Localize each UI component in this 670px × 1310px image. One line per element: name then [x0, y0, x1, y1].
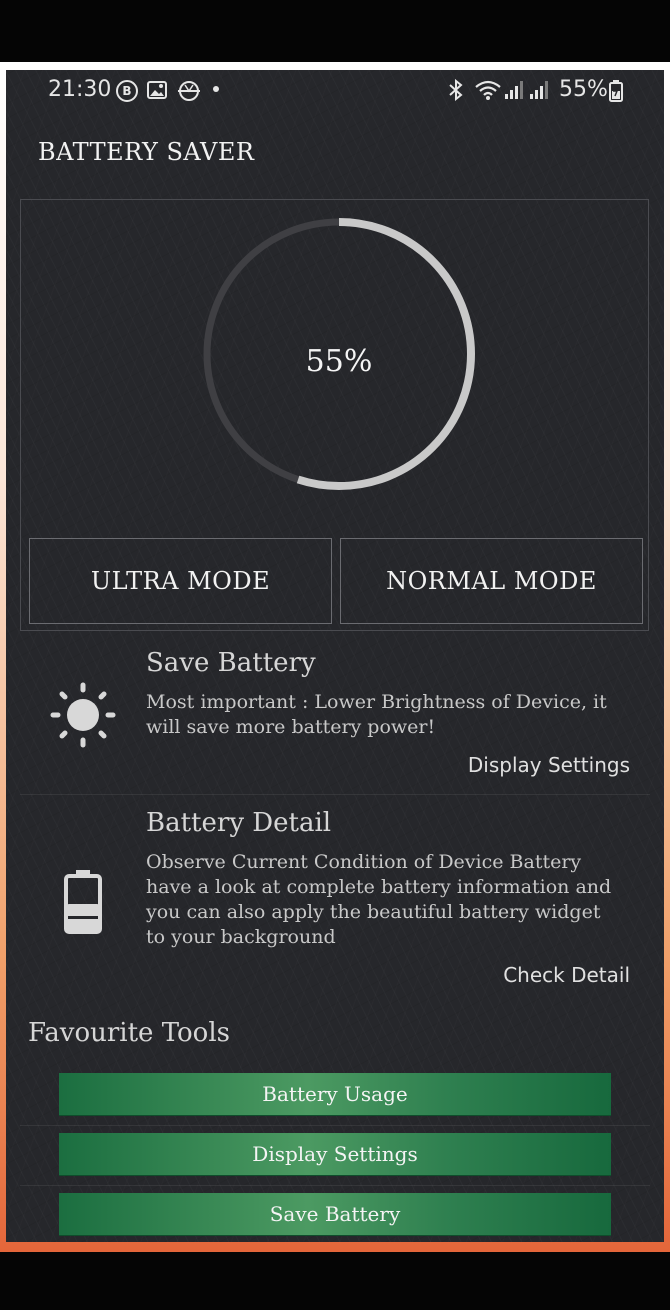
sun-icon	[50, 682, 116, 752]
description-line: will save more battery power!	[146, 716, 436, 738]
save-battery-button[interactable]: Save Battery	[59, 1193, 611, 1236]
signal-sim2-icon	[529, 80, 549, 104]
wifi-icon	[474, 79, 502, 105]
status-time: 21:30	[48, 77, 112, 102]
check-detail-link[interactable]: Check Detail	[503, 963, 630, 987]
bottom-letterbox	[0, 1252, 670, 1310]
app-notification-icon	[176, 80, 202, 106]
status-bar: 21:30 B 55%	[6, 70, 664, 114]
ultra-mode-button[interactable]: ULTRA MODE	[29, 538, 332, 624]
display-settings-button[interactable]: Display Settings	[59, 1133, 611, 1176]
description-line: to your background	[146, 926, 336, 948]
normal-mode-button[interactable]: NORMAL MODE	[340, 538, 643, 624]
app-screen: 21:30 B 55% BATTERY SAVER 55% ULTRA MODE…	[6, 70, 664, 1242]
divider	[20, 1125, 650, 1126]
divider	[20, 794, 650, 795]
page-title: BATTERY SAVER	[38, 138, 255, 166]
battery-detail-title: Battery Detail	[146, 808, 332, 838]
bluetooth-icon	[448, 78, 464, 105]
battery-gauge-panel: 55% ULTRA MODE NORMAL MODE	[20, 199, 649, 631]
image-icon	[147, 81, 167, 103]
notification-dot-icon	[213, 86, 219, 92]
favourite-tools-heading: Favourite Tools	[28, 1018, 230, 1048]
status-battery-percent: 55%	[559, 77, 608, 102]
battery-detail-description: Observe Current Condition of Device Batt…	[146, 850, 611, 950]
save-battery-title: Save Battery	[146, 648, 316, 678]
battery-icon	[64, 870, 102, 938]
description-line: you can also apply the beautiful battery…	[146, 901, 601, 923]
divider	[20, 1185, 650, 1186]
gauge-percent-label: 55%	[305, 344, 373, 379]
top-letterbox	[0, 0, 670, 62]
b-badge-icon: B	[116, 80, 138, 102]
description-line: have a look at complete battery informat…	[146, 876, 612, 898]
status-battery-icon	[609, 80, 623, 106]
description-line: Observe Current Condition of Device Batt…	[146, 851, 582, 873]
battery-usage-button[interactable]: Battery Usage	[59, 1073, 611, 1116]
signal-sim1-icon	[504, 80, 524, 104]
display-settings-link[interactable]: Display Settings	[468, 753, 630, 777]
description-line: Most important : Lower Brightness of Dev…	[146, 691, 607, 713]
save-battery-description: Most important : Lower Brightness of Dev…	[146, 690, 607, 740]
